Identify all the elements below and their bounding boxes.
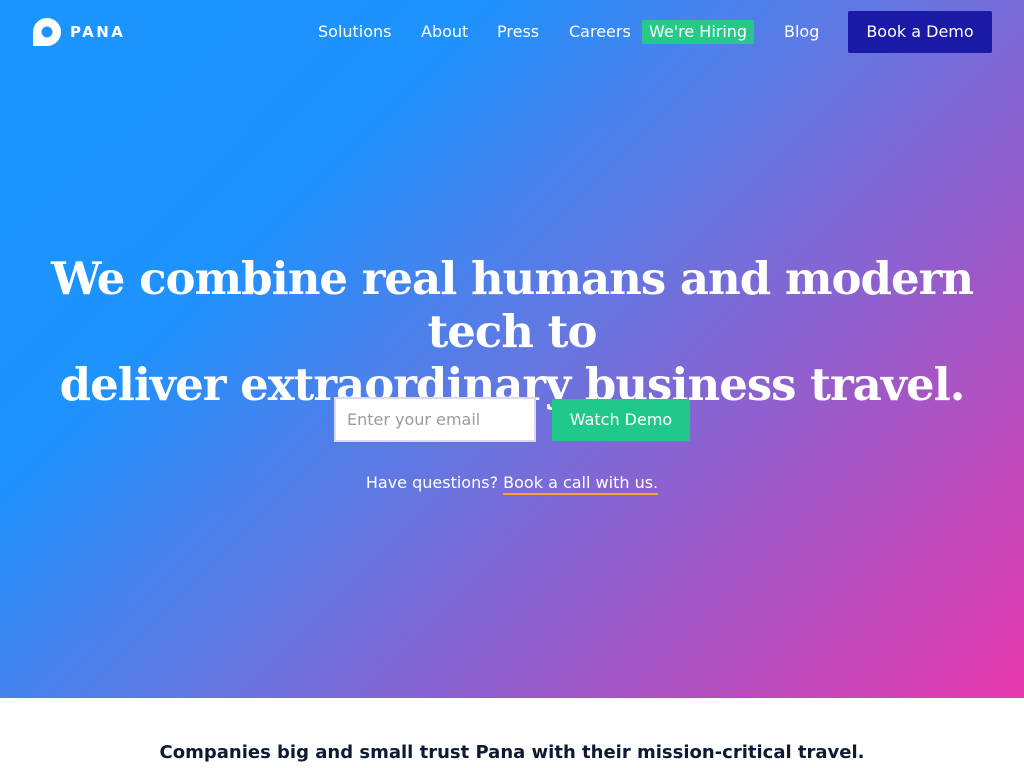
nav-solutions[interactable]: Solutions xyxy=(318,22,392,42)
book-call-link[interactable]: Book a call with us. xyxy=(503,473,659,495)
hero-section: PANA Solutions About Press Careers We're… xyxy=(0,0,1024,698)
nav-about[interactable]: About xyxy=(421,22,468,42)
questions-prefix: Have questions? xyxy=(365,473,499,492)
trust-statement: Companies big and small trust Pana with … xyxy=(159,742,865,763)
main-nav: Solutions About Press Careers We're Hiri… xyxy=(0,0,1024,64)
nav-press[interactable]: Press xyxy=(497,22,539,42)
email-input[interactable] xyxy=(334,397,536,442)
hero-headline: We combine real humans and modern tech t… xyxy=(0,252,1024,411)
hiring-badge[interactable]: We're Hiring xyxy=(642,20,755,44)
questions-line: Have questions? Book a call with us. xyxy=(0,473,1024,495)
book-demo-button[interactable]: Book a Demo xyxy=(848,11,992,53)
watch-demo-button[interactable]: Watch Demo xyxy=(552,399,690,441)
nav-careers[interactable]: Careers xyxy=(569,22,631,42)
headline-line-1: We combine real humans and modern tech t… xyxy=(50,252,974,358)
nav-blog[interactable]: Blog xyxy=(784,22,819,42)
